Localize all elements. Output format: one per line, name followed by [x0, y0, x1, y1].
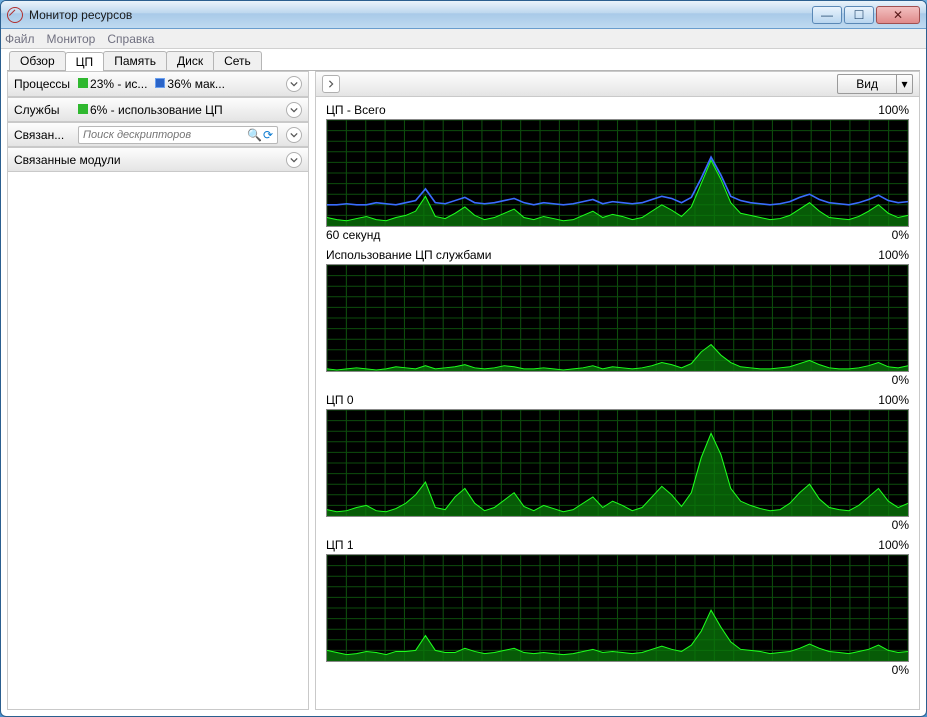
search-input[interactable] — [81, 129, 247, 141]
panel-processes-label: Процессы — [14, 77, 70, 91]
chart-title: ЦП 1 — [326, 538, 354, 552]
menu-monitor[interactable]: Монитор — [47, 32, 96, 46]
chart-title: ЦП 0 — [326, 393, 354, 407]
tab-memory[interactable]: Память — [103, 51, 167, 70]
chart-min-label: 0% — [892, 663, 909, 677]
chart-canvas — [326, 119, 909, 227]
chart-canvas — [326, 554, 909, 662]
close-button[interactable]: ✕ — [876, 6, 920, 24]
panel-handles[interactable]: Связан... 🔍 ⟳ — [8, 122, 308, 147]
search-icon[interactable]: 🔍 — [247, 128, 261, 142]
tab-network[interactable]: Сеть — [213, 51, 262, 70]
refresh-icon[interactable]: ⟳ — [261, 128, 275, 142]
chevron-down-icon[interactable] — [286, 76, 302, 92]
chevron-down-icon[interactable] — [286, 127, 302, 143]
chart-max-label: 100% — [878, 538, 909, 552]
chart-3: ЦП 1 100% 0% — [326, 536, 909, 681]
tabstrip: Обзор ЦП Память Диск Сеть — [7, 49, 920, 71]
collapse-charts-button[interactable] — [322, 75, 340, 93]
app-window: Монитор ресурсов — ☐ ✕ Файл Монитор Спра… — [0, 0, 927, 717]
processes-max-swatch: 36% мак... — [155, 77, 225, 91]
right-column: Вид ▾ ЦП - Всего100%60 секунд0%Использов… — [315, 71, 920, 710]
chart-1: Использование ЦП службами 100% 0% — [326, 246, 909, 391]
panel-services[interactable]: Службы 6% - использование ЦП — [8, 97, 308, 122]
menu-help[interactable]: Справка — [107, 32, 154, 46]
maximize-button[interactable]: ☐ — [844, 6, 874, 24]
chart-min-label: 0% — [892, 518, 909, 532]
chart-min-label: 0% — [892, 228, 909, 242]
content: Процессы 23% - ис... 36% мак... Службы 6… — [7, 71, 920, 710]
chart-0: ЦП - Всего 100% 60 секунд 0% — [326, 101, 909, 246]
app-icon — [7, 7, 23, 23]
titlebar[interactable]: Монитор ресурсов — ☐ ✕ — [1, 1, 926, 29]
processes-usage-swatch: 23% - ис... — [78, 77, 147, 91]
view-button[interactable]: Вид ▾ — [837, 74, 913, 94]
chevron-down-icon[interactable] — [286, 152, 302, 168]
menubar: Файл Монитор Справка — [1, 29, 926, 49]
dropdown-arrow-icon: ▾ — [896, 75, 912, 93]
chart-canvas — [326, 264, 909, 372]
panel-modules[interactable]: Связанные модули — [8, 147, 308, 172]
window-buttons: — ☐ ✕ — [810, 6, 920, 24]
chart-title: ЦП - Всего — [326, 103, 386, 117]
minimize-button[interactable]: — — [812, 6, 842, 24]
panel-processes[interactable]: Процессы 23% - ис... 36% мак... — [8, 72, 308, 97]
chart-max-label: 100% — [878, 248, 909, 262]
panel-modules-label: Связанные модули — [14, 153, 121, 167]
chart-min-label: 0% — [892, 373, 909, 387]
chart-2: ЦП 0 100% 0% — [326, 391, 909, 536]
chart-xleft-label: 60 секунд — [326, 228, 380, 242]
tab-overview[interactable]: Обзор — [9, 51, 66, 70]
tab-cpu[interactable]: ЦП — [65, 52, 105, 71]
tab-disk[interactable]: Диск — [166, 51, 214, 70]
chart-title: Использование ЦП службами — [326, 248, 491, 262]
left-column: Процессы 23% - ис... 36% мак... Службы 6… — [7, 71, 309, 710]
window-title: Монитор ресурсов — [29, 8, 132, 22]
search-handles: 🔍 ⟳ — [78, 126, 278, 144]
chevron-down-icon[interactable] — [286, 102, 302, 118]
panel-services-label: Службы — [14, 103, 70, 117]
charts-header: Вид ▾ — [316, 72, 919, 97]
menu-file[interactable]: Файл — [5, 32, 35, 46]
services-usage-swatch: 6% - использование ЦП — [78, 103, 223, 117]
chart-max-label: 100% — [878, 103, 909, 117]
panel-handles-label: Связан... — [14, 128, 70, 142]
charts-area: ЦП - Всего100%60 секунд0%Использование Ц… — [316, 97, 919, 709]
chart-max-label: 100% — [878, 393, 909, 407]
chart-canvas — [326, 409, 909, 517]
